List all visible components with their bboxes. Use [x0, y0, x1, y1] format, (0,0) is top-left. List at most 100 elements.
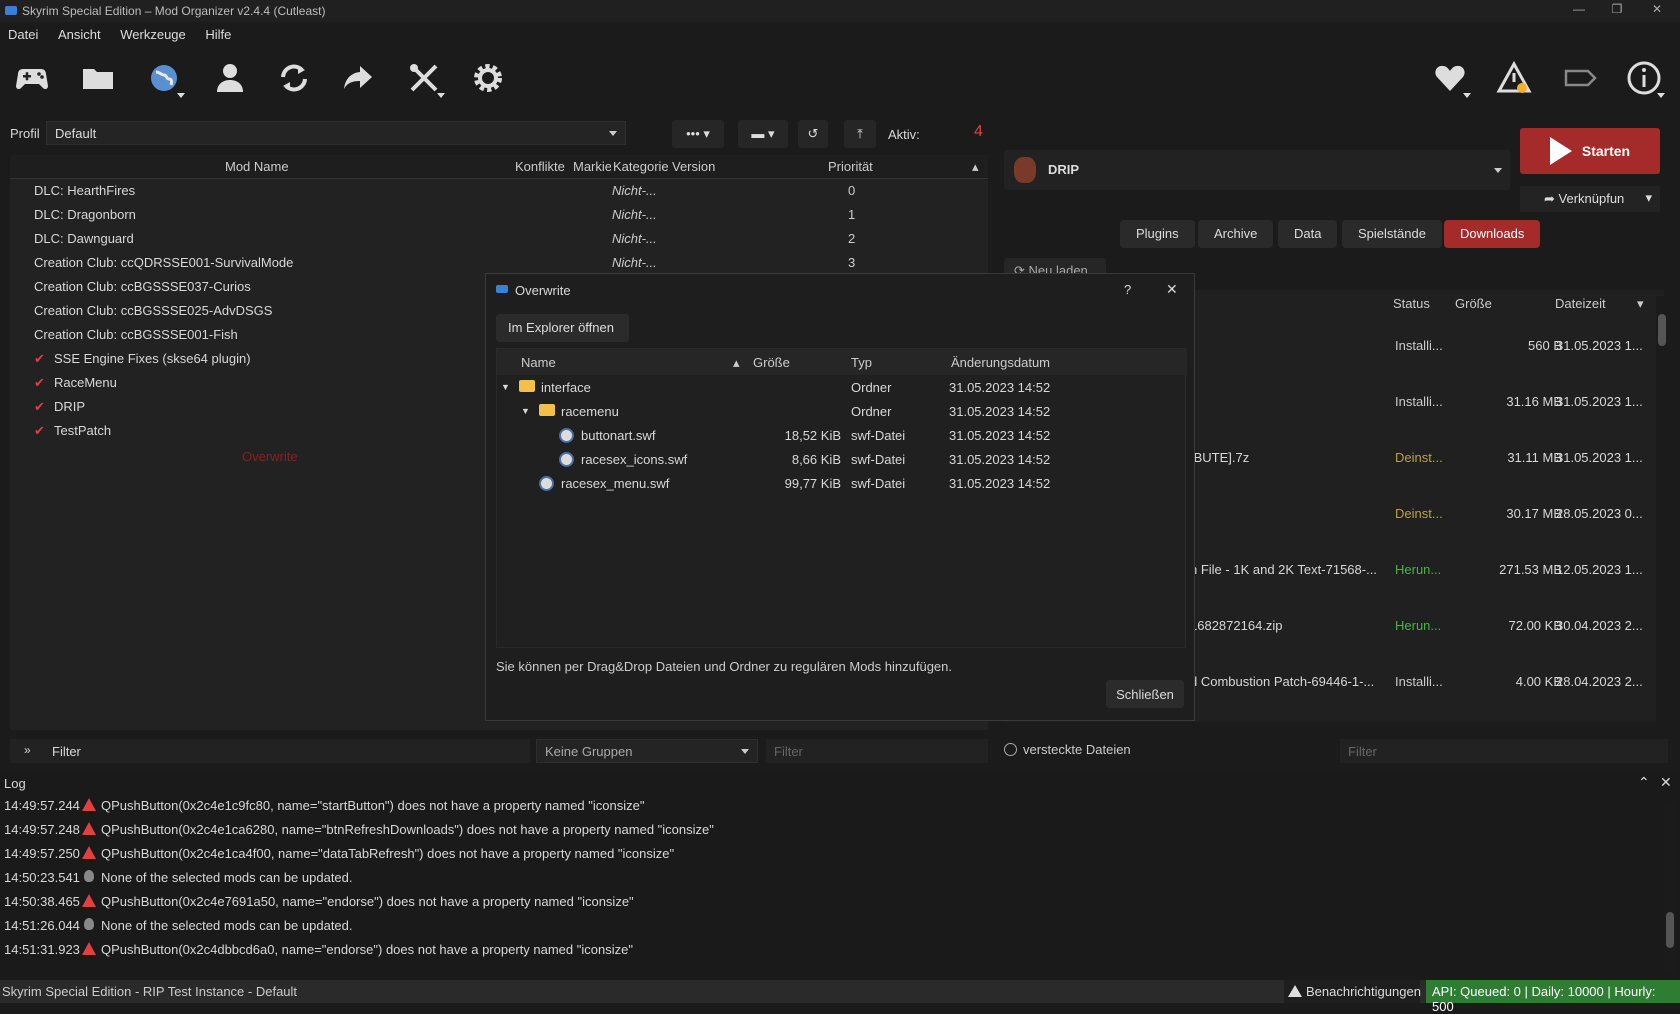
close-icon[interactable]: ✕ [1660, 774, 1672, 791]
download-row[interactable]: IBUTE].7z Deinst... 31.11 MB 31.05.2023 1..… [1190, 430, 1660, 486]
log-entry: 14:49:57.250 QPushButton(0x2c4e1ca4f00, n… [0, 842, 1660, 866]
download-name: n File - 1K and 2K Text-71568-... [1190, 562, 1377, 577]
col-status[interactable]: Status [1393, 296, 1430, 311]
download-row[interactable]: d Combustion Patch-69446-1-... Installi..… [1190, 654, 1660, 710]
col-priority[interactable]: Priorität [828, 159, 873, 174]
checkmark-icon[interactable]: ✔ [34, 375, 45, 391]
chevron-up-icon[interactable]: ⌃ [1638, 774, 1650, 791]
col-modified[interactable]: Änderungsdatum [951, 355, 1050, 370]
problems-button[interactable] [1490, 56, 1538, 100]
mod-name: Creation Club: ccQDRSSE001-SurvivalMode [34, 255, 294, 270]
chevron-down-icon[interactable]: ▼ [501, 382, 510, 392]
file-tree-row[interactable]: racesex_icons.swf 8,66 KiB swf-Datei 31.05.… [497, 447, 1187, 471]
api-status-badge: API: Queued: 0 | Daily: 10000 | Hourly: … [1426, 980, 1680, 1014]
restore-backup-button[interactable]: ↺ [798, 120, 828, 148]
profiles-button[interactable] [206, 56, 254, 100]
col-mod-name[interactable]: Mod Name [225, 159, 289, 174]
close-icon[interactable]: ✕ [1166, 281, 1178, 298]
open-in-explorer-button[interactable]: Im Explorer öffnen [496, 314, 629, 342]
col-conflicts[interactable]: Konflikte [515, 159, 571, 174]
col-type[interactable]: Typ [851, 355, 872, 370]
minimize-button[interactable]: — [1564, 2, 1594, 20]
help-icon[interactable]: ? [1124, 282, 1131, 297]
scrollbar-thumb[interactable] [1658, 314, 1666, 346]
ellipsis-icon: ••• ▾ [686, 126, 710, 141]
overwrite-row[interactable]: Overwrite [242, 449, 298, 464]
file-tree-row[interactable]: buttonart.swf 18,52 KiB swf-Datei 31.05.202… [497, 423, 1187, 447]
more-actions-button[interactable]: ••• ▾ [672, 120, 724, 148]
update-button[interactable] [1556, 56, 1604, 100]
maximize-button[interactable]: ❐ [1602, 2, 1632, 20]
open-folder-button[interactable]: ▬ ▾ [738, 120, 788, 148]
tab-data[interactable]: Data [1278, 220, 1338, 248]
log-scrollbar[interactable] [1664, 802, 1676, 972]
download-size: 31.11 MB [1507, 450, 1562, 465]
mod-filter-input[interactable]: » Filter [10, 739, 530, 763]
sort-button[interactable]: ⤒ [844, 120, 876, 148]
file-date: 31.05.2023 14:52 [949, 452, 1051, 467]
executable-select[interactable]: DRIP [1004, 150, 1510, 190]
download-row[interactable]: 1682872164.zip Herun... 72.00 KB 30.04.2023… [1190, 598, 1660, 654]
scrollbar-thumb[interactable] [1666, 912, 1674, 948]
chevron-down-icon[interactable]: ▼ [521, 406, 530, 416]
mod-row[interactable]: DLC: Dawnguard Nicht-... 2 [10, 227, 988, 251]
col-date[interactable]: Dateizeit [1555, 296, 1606, 311]
download-row[interactable]: Installi... 560 B 31.05.2023 1... [1190, 318, 1660, 374]
checkmark-icon[interactable]: ✔ [34, 351, 45, 367]
menu-datei[interactable]: Datei [0, 24, 46, 45]
refresh-button[interactable] [270, 56, 318, 100]
endorse-button[interactable] [334, 56, 382, 100]
col-size[interactable]: Größe [1455, 296, 1492, 311]
donate-button[interactable] [1426, 56, 1474, 100]
col-flags[interactable]: Markierung [573, 159, 611, 174]
close-dialog-button[interactable]: Schließen [1106, 680, 1184, 708]
col-name[interactable]: Name [521, 355, 556, 370]
gamepad-button[interactable] [8, 56, 56, 100]
close-window-button[interactable]: ✕ [1642, 2, 1672, 20]
notifications-button[interactable]: Benachrichtigungen [1284, 980, 1421, 1003]
checkmark-icon[interactable]: ✔ [34, 399, 45, 415]
help-button[interactable] [1620, 56, 1668, 100]
hidden-files-label: versteckte Dateien [1023, 742, 1131, 757]
tab-downloads[interactable]: Downloads [1444, 220, 1541, 248]
download-row[interactable]: n File - 1K and 2K Text-71568-... Herun..… [1190, 542, 1660, 598]
file-tree-row[interactable]: ▼ interface Ordner 31.05.2023 14:52 [497, 375, 1187, 399]
downloads-filter-input[interactable]: Filter [1340, 739, 1668, 763]
chevron-down-icon [741, 749, 749, 754]
mod-row[interactable]: Creation Club: ccQDRSSE001-SurvivalMode N… [10, 251, 988, 275]
download-row[interactable]: Deinst... 30.17 MB 28.05.2023 0... [1190, 486, 1660, 542]
col-version[interactable]: Version [672, 159, 720, 174]
download-row[interactable]: Installi... 31.16 MB 31.05.2023 1... [1190, 374, 1660, 430]
menu-werkzeuge[interactable]: Werkzeuge [112, 24, 194, 45]
mod-row[interactable]: DLC: Dragonborn Nicht-... 1 [10, 203, 988, 227]
filter-input[interactable]: Filter [766, 739, 988, 763]
file-tree-row[interactable]: racesex_menu.swf 99,77 KiB swf-Datei 31.05.… [497, 471, 1187, 495]
nexus-button[interactable] [140, 56, 188, 100]
start-button[interactable]: Starten [1520, 128, 1660, 174]
tag-icon [1564, 69, 1597, 87]
download-status: Installi... [1395, 674, 1443, 689]
swf-file-icon [559, 452, 574, 467]
file-tree[interactable]: Name ▴ Größe Typ Änderungsdatum ▼ interfa… [496, 348, 1187, 648]
downloads-scrollbar[interactable] [1656, 296, 1668, 722]
groups-select[interactable]: Keine Gruppen [536, 739, 758, 763]
col-size[interactable]: Größe [753, 355, 790, 370]
shortcut-button[interactable]: ➦ Verknüpfun ▾ [1520, 186, 1660, 212]
settings-button[interactable] [464, 56, 512, 100]
heart-icon [1435, 65, 1465, 91]
download-date: 28.05.2023 0... [1556, 506, 1643, 521]
tab-plugins[interactable]: Plugins [1120, 220, 1195, 248]
file-tree-row[interactable]: ▼ racemenu Ordner 31.05.2023 14:52 [497, 399, 1187, 423]
menu-hilfe[interactable]: Hilfe [197, 24, 239, 45]
hidden-files-radio[interactable] [1004, 743, 1017, 756]
mod-row[interactable]: DLC: HearthFires Nicht-... 0 [10, 179, 988, 203]
menu-ansicht[interactable]: Ansicht [50, 24, 109, 45]
log-message: QPushButton(0x2c4e1ca4f00, name="dataTab… [101, 846, 675, 861]
tab-archive[interactable]: Archive [1198, 220, 1274, 248]
profile-select[interactable]: Default [46, 121, 626, 145]
tab-saves[interactable]: Spielstände [1342, 220, 1442, 248]
folder-button[interactable] [74, 56, 122, 100]
col-category[interactable]: Kategorie [613, 159, 668, 174]
checkmark-icon[interactable]: ✔ [34, 423, 45, 439]
tools-button[interactable] [400, 56, 448, 100]
